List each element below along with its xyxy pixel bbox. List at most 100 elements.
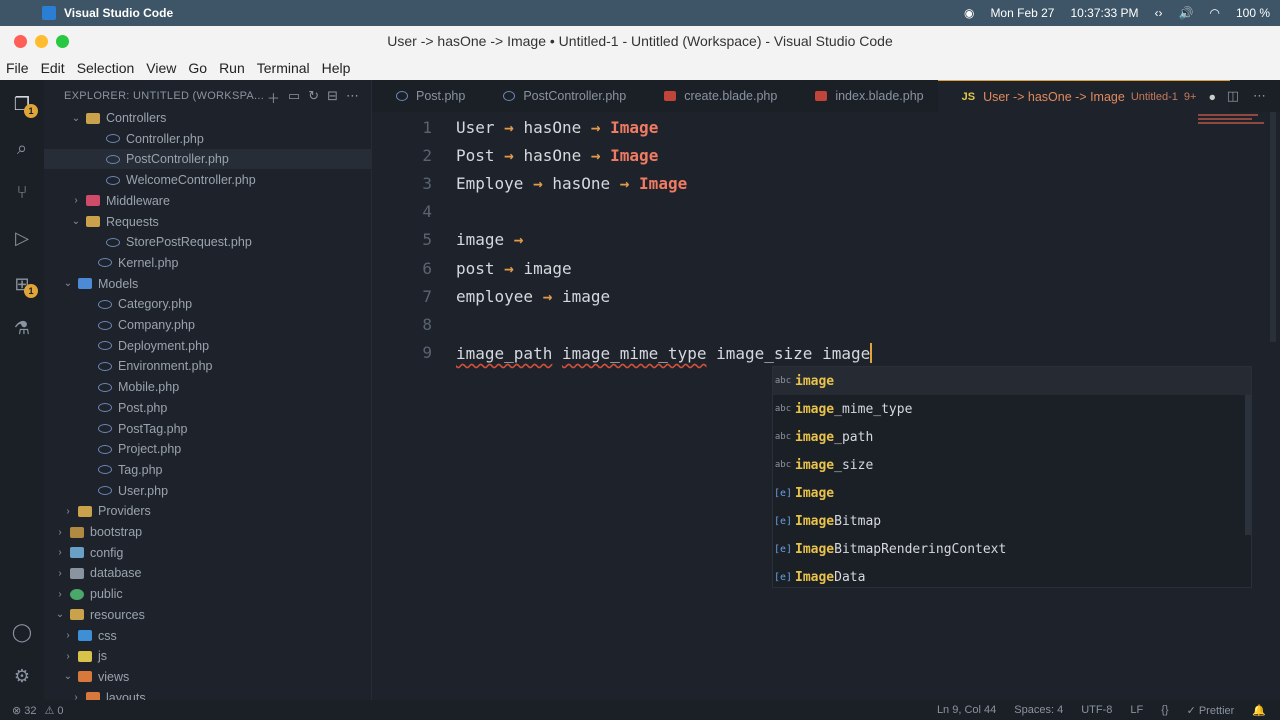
camera-icon[interactable]: ◉ bbox=[964, 6, 974, 20]
minimap[interactable] bbox=[1198, 112, 1268, 134]
menu-edit[interactable]: Edit bbox=[35, 60, 71, 76]
battery[interactable]: 100 % bbox=[1236, 6, 1270, 20]
chevron-right-icon: › bbox=[58, 588, 62, 600]
tree-item[interactable]: User.php bbox=[44, 481, 371, 501]
account-icon[interactable]: ◯ bbox=[10, 620, 34, 644]
code-line[interactable]: image_path image_mime_type image_size im… bbox=[456, 342, 873, 363]
tree-item[interactable]: Company.php bbox=[44, 315, 371, 335]
more-actions-icon[interactable]: ⋯ bbox=[346, 88, 359, 107]
indentation[interactable]: Spaces: 4 bbox=[1014, 704, 1063, 716]
tree-item[interactable]: Deployment.php bbox=[44, 336, 371, 356]
tree-item[interactable]: › Middleware bbox=[44, 191, 371, 211]
tree-item[interactable]: Mobile.php bbox=[44, 377, 371, 397]
tree-item[interactable]: ⌄ Requests bbox=[44, 212, 371, 232]
suggestion-scrollbar[interactable] bbox=[1245, 395, 1251, 535]
close-window-button[interactable] bbox=[14, 35, 27, 48]
tree-item[interactable]: › bootstrap bbox=[44, 522, 371, 542]
tree-item[interactable]: Post.php bbox=[44, 398, 371, 418]
new-folder-icon[interactable]: ▭ bbox=[288, 88, 300, 107]
tree-item[interactable]: › public bbox=[44, 584, 371, 604]
code-line[interactable]: Employe → hasOne → Image bbox=[456, 174, 687, 193]
suggestion-item[interactable]: abc image bbox=[773, 367, 1251, 395]
unsaved-dot-icon[interactable]: ● bbox=[1208, 90, 1216, 104]
more-actions-icon[interactable]: ⋯ bbox=[1253, 88, 1266, 104]
collapse-all-icon[interactable]: ⊟ bbox=[327, 88, 338, 107]
testing-icon[interactable]: ⚗ bbox=[10, 316, 34, 340]
code-line[interactable]: image → bbox=[456, 230, 523, 249]
tree-item[interactable]: Kernel.php bbox=[44, 253, 371, 273]
tree-item-label: layouts bbox=[106, 690, 146, 700]
menu-help[interactable]: Help bbox=[316, 60, 357, 76]
tab-index-blade-php[interactable]: index.blade.php bbox=[791, 80, 937, 112]
menu-terminal[interactable]: Terminal bbox=[251, 60, 316, 76]
tree-item-label: config bbox=[90, 545, 124, 560]
class-token: Image bbox=[610, 118, 659, 137]
refresh-icon[interactable]: ↻ bbox=[308, 88, 319, 107]
clock[interactable]: 10:37:33 PM bbox=[1070, 6, 1138, 20]
tree-item[interactable]: ⌄ Models bbox=[44, 274, 371, 294]
code-line[interactable]: employee → image bbox=[456, 287, 610, 306]
split-editor-icon[interactable]: ◫ bbox=[1227, 88, 1239, 104]
tree-item[interactable]: ⌄ resources bbox=[44, 605, 371, 625]
tree-item[interactable]: PostController.php bbox=[44, 149, 371, 170]
wifi-icon[interactable]: ◠ bbox=[1209, 6, 1219, 20]
tree-item[interactable]: ⌄ views bbox=[44, 667, 371, 687]
notifications-bell-icon[interactable]: 🔔 bbox=[1252, 704, 1266, 717]
new-file-icon[interactable]: ＋ bbox=[267, 88, 280, 107]
menu-file[interactable]: File bbox=[0, 60, 35, 76]
source-control-icon[interactable]: ⑂ bbox=[10, 180, 34, 204]
suggestion-item[interactable]: [e] Image bbox=[773, 479, 1251, 507]
volume-icon[interactable]: 🔊 bbox=[1179, 6, 1194, 20]
code-line[interactable]: post → image bbox=[456, 259, 572, 278]
prettier-status[interactable]: ✓ Prettier bbox=[1187, 704, 1235, 717]
tree-item[interactable]: Environment.php bbox=[44, 356, 371, 376]
tab-untitled-1[interactable]: JS User -> hasOne -> Image Untitled-1 9+ ● bbox=[937, 80, 1230, 112]
tab-postcontroller-php[interactable]: PostController.php bbox=[479, 80, 640, 112]
tree-item[interactable]: WelcomeController.php bbox=[44, 170, 371, 190]
code-token: hasOne bbox=[513, 146, 591, 166]
code-line[interactable]: Post → hasOne → Image bbox=[456, 146, 658, 165]
tree-item[interactable]: › layouts bbox=[44, 688, 371, 700]
tree-item[interactable]: StorePostRequest.php bbox=[44, 232, 371, 252]
suggestion-item[interactable]: [e] Image Bitmap bbox=[773, 507, 1251, 535]
tree-item[interactable]: Controller.php bbox=[44, 129, 371, 149]
tree-item[interactable]: › Providers bbox=[44, 501, 371, 521]
tree-item[interactable]: ⌄ Controllers bbox=[44, 108, 371, 128]
errors-count[interactable]: ⊗ 32 bbox=[12, 704, 37, 717]
tab-post-php[interactable]: Post.php bbox=[372, 80, 479, 112]
tree-item[interactable]: › css bbox=[44, 626, 371, 646]
tree-item-label: bootstrap bbox=[90, 525, 143, 539]
editor-scrollbar[interactable] bbox=[1270, 112, 1276, 342]
language-mode[interactable]: {} bbox=[1161, 704, 1168, 716]
tree-item[interactable]: Category.php bbox=[44, 294, 371, 314]
suggestion-item[interactable]: [e] Image Data bbox=[773, 563, 1251, 587]
warnings-count[interactable]: ⚠ 0 bbox=[45, 704, 64, 717]
menu-selection[interactable]: Selection bbox=[71, 60, 141, 76]
encoding[interactable]: UTF-8 bbox=[1081, 704, 1112, 716]
menu-go[interactable]: Go bbox=[182, 60, 213, 76]
run-debug-icon[interactable]: ▷ bbox=[10, 226, 34, 250]
suggestion-item[interactable]: abc image _mime_type bbox=[773, 395, 1251, 423]
folder-icon bbox=[70, 609, 84, 621]
tree-item[interactable]: Project.php bbox=[44, 439, 371, 459]
tree-item[interactable]: › js bbox=[44, 646, 371, 666]
tree-item[interactable]: Tag.php bbox=[44, 460, 371, 480]
cursor-position[interactable]: Ln 9, Col 44 bbox=[937, 704, 996, 716]
tree-item[interactable]: › config bbox=[44, 543, 371, 563]
suggestion-item[interactable]: abc image _size bbox=[773, 451, 1251, 479]
tab-create-blade-php[interactable]: create.blade.php bbox=[640, 80, 791, 112]
menu-run[interactable]: Run bbox=[213, 60, 251, 76]
maximize-window-button[interactable] bbox=[56, 35, 69, 48]
code-icon[interactable]: ‹› bbox=[1155, 6, 1163, 20]
suggestion-item[interactable]: [e] Image BitmapRenderingContext bbox=[773, 535, 1251, 563]
app-name[interactable]: Visual Studio Code bbox=[64, 6, 173, 20]
menu-view[interactable]: View bbox=[140, 60, 182, 76]
tree-item[interactable]: › database bbox=[44, 563, 371, 583]
settings-gear-icon[interactable]: ⚙ bbox=[10, 664, 34, 688]
tree-item[interactable]: PostTag.php bbox=[44, 419, 371, 439]
eol[interactable]: LF bbox=[1130, 704, 1143, 716]
suggestion-item[interactable]: abc image _path bbox=[773, 423, 1251, 451]
search-icon[interactable]: ⌕ bbox=[10, 136, 34, 160]
minimize-window-button[interactable] bbox=[35, 35, 48, 48]
code-line[interactable]: User → hasOne → Image bbox=[456, 118, 658, 137]
